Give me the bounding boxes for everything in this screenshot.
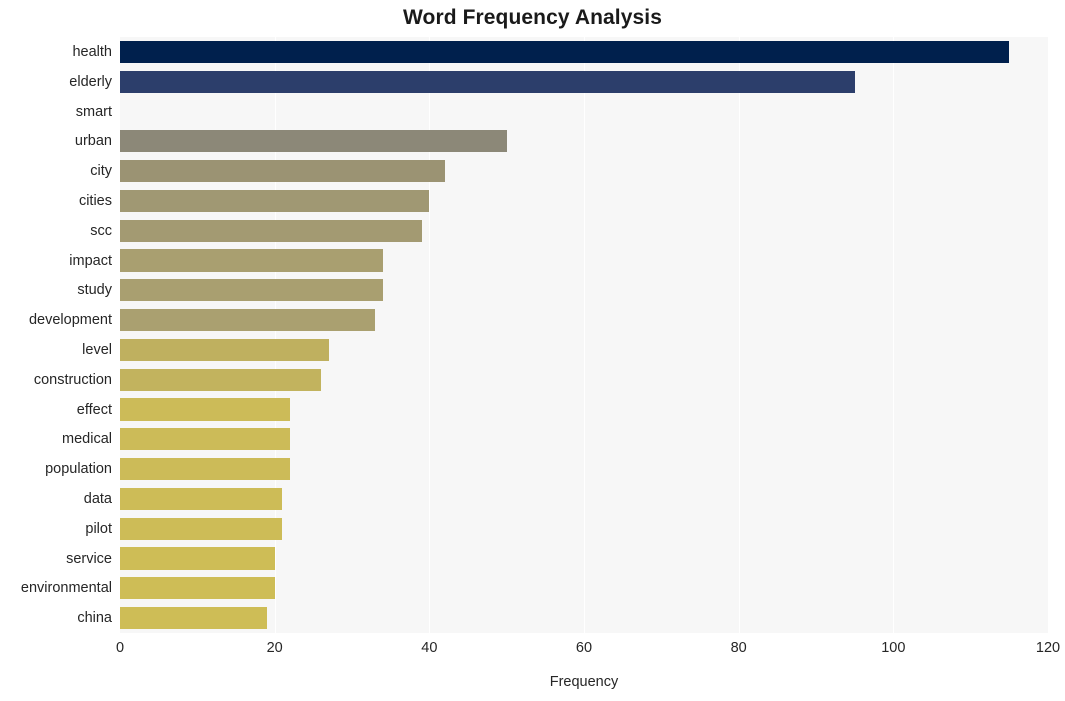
bar-row[interactable] bbox=[120, 249, 1048, 272]
y-tick-label-impact: impact bbox=[69, 252, 112, 269]
bar-row[interactable] bbox=[120, 458, 1048, 481]
bar-row[interactable] bbox=[120, 607, 1048, 630]
y-tick-label-medical: medical bbox=[62, 431, 112, 448]
y-tick-label-study: study bbox=[77, 282, 112, 299]
bar-row[interactable] bbox=[120, 577, 1048, 600]
bar-row[interactable] bbox=[120, 40, 1048, 63]
x-tick-label-40: 40 bbox=[421, 640, 438, 656]
bar-urban[interactable] bbox=[120, 130, 507, 153]
bar-health[interactable] bbox=[120, 40, 1010, 63]
bar-row[interactable] bbox=[120, 130, 1048, 153]
bar-population[interactable] bbox=[120, 458, 291, 481]
bar-elderly[interactable] bbox=[120, 70, 855, 93]
y-tick-label-environmental: environmental bbox=[20, 580, 112, 597]
bar-development[interactable] bbox=[120, 309, 376, 332]
bar-row[interactable] bbox=[120, 219, 1048, 242]
plot-area bbox=[120, 37, 1049, 633]
y-tick-label-effect: effect bbox=[76, 401, 112, 418]
y-tick-label-construction: construction bbox=[33, 371, 112, 388]
gridline-vertical bbox=[1048, 37, 1049, 633]
y-tick-label-china: china bbox=[77, 610, 112, 627]
bar-cities[interactable] bbox=[120, 189, 430, 212]
y-tick-label-population: population bbox=[45, 461, 112, 478]
bar-row[interactable] bbox=[120, 368, 1048, 391]
bar-row[interactable] bbox=[120, 160, 1048, 183]
bar-medical[interactable] bbox=[120, 428, 291, 451]
bar-row[interactable] bbox=[120, 428, 1048, 451]
x-tick-label-20: 20 bbox=[266, 640, 283, 656]
y-axis-tick-labels: health elderly smart urban city cities scc impa… bbox=[0, 37, 112, 633]
bar-data[interactable] bbox=[120, 487, 283, 510]
y-tick-label-city: city bbox=[90, 163, 112, 180]
bar-row[interactable] bbox=[120, 547, 1048, 570]
y-tick-label-service: service bbox=[66, 550, 112, 567]
y-tick-label-scc: scc bbox=[90, 222, 112, 239]
x-tick-label-0: 0 bbox=[115, 640, 125, 656]
bar-city[interactable] bbox=[120, 160, 445, 183]
y-tick-label-development: development bbox=[28, 312, 112, 329]
y-tick-label-data: data bbox=[83, 490, 112, 507]
y-tick-label-health: health bbox=[72, 43, 112, 60]
y-tick-label-urban: urban bbox=[74, 133, 112, 150]
bar-scc[interactable] bbox=[120, 219, 422, 242]
bar-row[interactable] bbox=[120, 309, 1048, 332]
bar-row[interactable] bbox=[120, 398, 1048, 421]
bar-impact[interactable] bbox=[120, 249, 383, 272]
bar-row[interactable] bbox=[120, 70, 1048, 93]
x-axis-tick-labels: 0 20 40 60 80 100 120 bbox=[116, 640, 1060, 662]
bar-row[interactable] bbox=[120, 487, 1048, 510]
bar-row[interactable] bbox=[120, 189, 1048, 212]
bar-row[interactable] bbox=[120, 279, 1048, 302]
bar-row[interactable] bbox=[120, 100, 1048, 122]
x-tick-label-80: 80 bbox=[730, 640, 747, 656]
y-tick-label-elderly: elderly bbox=[69, 73, 112, 90]
y-tick-label-pilot: pilot bbox=[85, 520, 112, 537]
bar-row[interactable] bbox=[120, 338, 1048, 361]
bar-pilot[interactable] bbox=[120, 517, 283, 540]
y-tick-label-level: level bbox=[82, 341, 112, 358]
bar-study[interactable] bbox=[120, 279, 383, 302]
bar-environmental[interactable] bbox=[120, 577, 275, 600]
bar-effect[interactable] bbox=[120, 398, 291, 421]
bar-service[interactable] bbox=[120, 547, 275, 570]
bar-construction[interactable] bbox=[120, 368, 322, 391]
x-axis-title: Frequency bbox=[549, 674, 619, 690]
x-tick-label-60: 60 bbox=[575, 640, 593, 656]
bar-row[interactable] bbox=[120, 517, 1048, 540]
bar-china[interactable] bbox=[120, 607, 267, 630]
bar-level[interactable] bbox=[120, 338, 329, 361]
y-tick-label-cities: cities bbox=[78, 192, 112, 209]
x-tick-label-120: 120 bbox=[1035, 640, 1061, 656]
chart-title: Word Frequency Analysis bbox=[402, 6, 663, 29]
word-frequency-chart: Word Frequency Analysis health elderly sma… bbox=[0, 0, 1065, 701]
x-tick-label-100: 100 bbox=[881, 640, 906, 656]
bar-smart[interactable] bbox=[120, 100, 785, 122]
bars-layer bbox=[120, 37, 1048, 633]
y-tick-label-smart: smart bbox=[75, 103, 112, 120]
